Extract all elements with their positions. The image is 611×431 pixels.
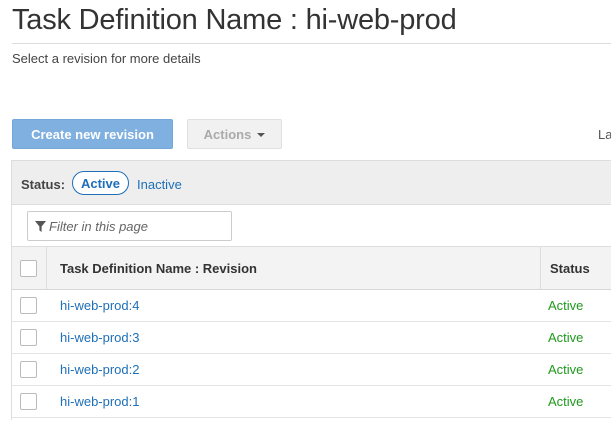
revision-link[interactable]: hi-web-prod:3 (60, 330, 140, 345)
column-header-status[interactable]: Status (550, 261, 590, 276)
column-header-name[interactable]: Task Definition Name : Revision (60, 261, 257, 276)
filter-area: Filter in this page (12, 205, 611, 247)
row-checkbox[interactable] (20, 361, 37, 378)
revisions-panel: Status: Active Inactive Filter in this p… (11, 160, 611, 420)
title-divider (12, 43, 611, 44)
status-filter-bar: Status: Active Inactive (12, 161, 611, 205)
status-inactive-link[interactable]: Inactive (137, 177, 182, 192)
filter-input[interactable]: Filter in this page (27, 211, 232, 241)
row-checkbox[interactable] (20, 297, 37, 314)
actions-dropdown-button[interactable]: Actions (187, 119, 282, 149)
revision-link[interactable]: hi-web-prod:2 (60, 362, 140, 377)
table-row: hi-web-prod:4 Active (12, 290, 611, 322)
table-header: Task Definition Name : Revision Status (12, 247, 611, 290)
status-value: Active (548, 298, 584, 313)
filter-placeholder: Filter in this page (49, 219, 148, 234)
last-updated-label: La (598, 127, 611, 142)
status-label: Status: (21, 177, 66, 192)
status-value: Active (548, 394, 584, 409)
actions-label: Actions (203, 126, 252, 142)
select-all-checkbox[interactable] (20, 260, 37, 277)
table-row: hi-web-prod:3 Active (12, 322, 611, 354)
row-checkbox[interactable] (20, 393, 37, 410)
status-active-toggle[interactable]: Active (72, 171, 129, 195)
status-value: Active (548, 362, 584, 377)
table-row: hi-web-prod:2 Active (12, 354, 611, 386)
revision-link[interactable]: hi-web-prod:1 (60, 394, 140, 409)
column-divider (46, 247, 47, 289)
caret-down-icon (257, 132, 266, 137)
table-row: hi-web-prod:1 Active (12, 386, 611, 418)
create-new-revision-button[interactable]: Create new revision (12, 119, 173, 149)
filter-icon (35, 221, 46, 232)
revision-link[interactable]: hi-web-prod:4 (60, 298, 140, 313)
page-subtitle: Select a revision for more details (12, 51, 201, 66)
column-divider (540, 247, 541, 289)
status-value: Active (548, 330, 584, 345)
page-title: Task Definition Name : hi-web-prod (12, 4, 457, 36)
row-checkbox[interactable] (20, 329, 37, 346)
